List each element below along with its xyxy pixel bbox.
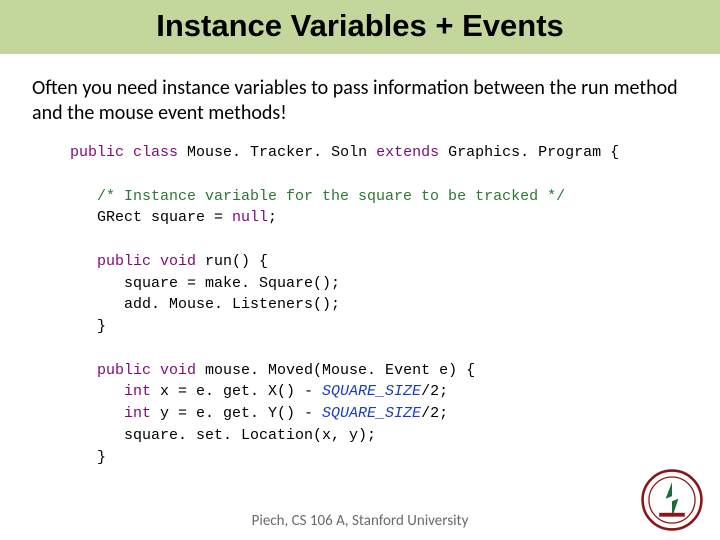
stanford-seal-icon	[640, 468, 704, 532]
slide-footer: Piech, CS 106 A, Stanford University	[0, 512, 720, 530]
code-kw: int	[70, 405, 151, 422]
code-text: GRect square =	[70, 209, 232, 226]
code-kw: void	[151, 362, 196, 379]
code-text: /2;	[421, 383, 448, 400]
code-kw: public	[70, 253, 151, 270]
code-text: Graphics. Program {	[439, 144, 619, 161]
code-kw: null	[232, 209, 268, 226]
code-text: square = make. Square();	[70, 275, 340, 292]
title-bar: Instance Variables + Events	[0, 0, 720, 54]
body-paragraph: Often you need instance variables to pas…	[0, 54, 720, 134]
code-text: }	[70, 318, 106, 335]
code-text: run() {	[196, 253, 268, 270]
code-kw: extends	[376, 144, 439, 161]
code-text: x = e. get. X() -	[151, 383, 322, 400]
code-constant: SQUARE_SIZE	[322, 383, 421, 400]
code-text: square. set. Location(x, y);	[70, 427, 376, 444]
code-kw: void	[151, 253, 196, 270]
code-kw: int	[70, 383, 151, 400]
code-text: mouse. Moved(Mouse. Event e) {	[196, 362, 475, 379]
code-text: add. Mouse. Listeners();	[70, 296, 340, 313]
slide-title: Instance Variables + Events	[0, 8, 720, 44]
code-text: /2;	[421, 405, 448, 422]
code-text: ;	[268, 209, 277, 226]
code-comment: /* Instance variable for the square to b…	[70, 188, 565, 205]
code-text: y = e. get. Y() -	[151, 405, 322, 422]
code-kw: public	[70, 144, 124, 161]
code-text: Mouse. Tracker. Soln	[178, 144, 376, 161]
code-block: public class Mouse. Tracker. Soln extend…	[70, 142, 720, 468]
code-kw: class	[133, 144, 178, 161]
code-constant: SQUARE_SIZE	[322, 405, 421, 422]
code-kw: public	[70, 362, 151, 379]
code-text: }	[70, 449, 106, 466]
